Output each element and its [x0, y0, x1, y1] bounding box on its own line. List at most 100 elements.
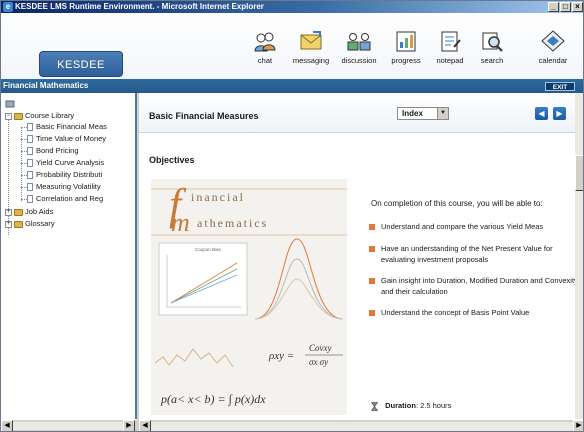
- search-icon: [479, 29, 505, 53]
- messaging-tool[interactable]: messaging: [287, 29, 335, 65]
- tree-item-chapter[interactable]: Probability Distributi: [27, 170, 102, 180]
- envelope-icon: [298, 29, 324, 53]
- objectives-heading: Objectives: [149, 155, 195, 165]
- brand-word-2: athematics: [197, 216, 268, 230]
- section-title: Basic Financial Measures: [149, 111, 259, 121]
- objective-text: Understand the concept of Basis Point Va…: [381, 308, 530, 317]
- chevron-down-icon[interactable]: ▼: [437, 108, 448, 119]
- document-icon: [27, 183, 33, 192]
- browser-window: e KESDEE LMS Runtime Environment. - Micr…: [0, 0, 584, 432]
- course-title-bar: Financial Mathematics EXIT: [1, 79, 583, 93]
- formula-probability: p(a< x< b) = ∫ p(x)dx: [160, 392, 266, 406]
- tree-label: Time Value of Money: [36, 134, 107, 143]
- lms-header: KESDEE chat messaging discussion progres…: [1, 13, 583, 79]
- scroll-thumb[interactable]: [575, 155, 583, 191]
- exit-button[interactable]: EXIT: [545, 82, 575, 91]
- tree-item-chapter[interactable]: Bond Pricing: [27, 146, 79, 156]
- tree-node-course-library[interactable]: − Course Library: [5, 111, 74, 121]
- discussion-label: discussion: [341, 56, 377, 65]
- document-icon: [27, 123, 33, 132]
- progress-tool[interactable]: progress: [382, 29, 430, 65]
- kesdee-logo: KESDEE: [39, 51, 123, 77]
- close-button[interactable]: ×: [572, 2, 583, 12]
- brand-word-1: inancial: [191, 190, 245, 204]
- financial-mathematics-illustration: f inancial m athematics Coupon Bias ρxy …: [151, 179, 347, 415]
- window-controls: _ □ ×: [548, 2, 583, 12]
- scroll-right-arrow-icon[interactable]: ▶: [573, 420, 583, 431]
- tree-item-chapter[interactable]: Yield Curve Analysis: [27, 158, 104, 168]
- notepad-label: notepad: [436, 56, 464, 65]
- progress-chart-icon: [393, 29, 419, 53]
- search-tool[interactable]: search: [468, 29, 516, 65]
- folder-open-icon: [14, 112, 23, 120]
- objective-text: Gain insight into Duration, Modified Dur…: [381, 276, 578, 296]
- window-title-bar: e KESDEE LMS Runtime Environment. - Micr…: [1, 1, 583, 13]
- chat-label: chat: [257, 56, 273, 65]
- folder-icon: [14, 208, 23, 216]
- bullet-square-icon: [369, 246, 375, 252]
- notepad-tool[interactable]: notepad: [426, 29, 474, 65]
- bullet-square-icon: [369, 278, 375, 284]
- tree-item-chapter[interactable]: Basic Financial Meas: [27, 122, 107, 132]
- sidebar-horizontal-scrollbar[interactable]: ◀ ▶: [1, 419, 137, 431]
- next-page-button[interactable]: ▶: [553, 107, 566, 120]
- discussion-tool[interactable]: discussion: [335, 29, 383, 65]
- calendar-tool[interactable]: calendar: [529, 29, 577, 65]
- objective-item: Understand the concept of Basis Point Va…: [369, 307, 581, 318]
- chat-tool[interactable]: chat: [241, 29, 289, 65]
- scroll-track[interactable]: [13, 422, 123, 430]
- document-icon: [27, 195, 33, 204]
- scroll-track[interactable]: [151, 422, 573, 431]
- objectives-intro: On completion of this course, you will b…: [371, 199, 543, 208]
- minimize-button[interactable]: _: [548, 2, 559, 12]
- objective-text: Understand and compare the various Yield…: [381, 222, 544, 231]
- notepad-icon: [437, 29, 463, 53]
- search-label: search: [480, 56, 504, 65]
- document-icon: [27, 159, 33, 168]
- library-root-icon: [5, 95, 15, 108]
- tree-item-chapter[interactable]: Measuring Volatility: [27, 182, 101, 192]
- tree-label: Glossary: [25, 219, 55, 228]
- index-dropdown[interactable]: Index ▼: [397, 107, 449, 120]
- course-title: Financial Mathematics: [3, 81, 89, 90]
- brand-m-letter: m: [171, 208, 190, 237]
- tree-node-glossary[interactable]: + Glossary: [5, 219, 55, 229]
- maximize-button[interactable]: □: [560, 2, 571, 12]
- tree-label: Probability Distributi: [36, 170, 103, 179]
- tree-node-job-aids[interactable]: + Job Aids: [5, 207, 53, 217]
- index-label: Index: [402, 109, 423, 118]
- duration-value: : 2.5 hours: [415, 401, 452, 410]
- mini-chart-title: Coupon Bias: [195, 247, 222, 252]
- scroll-left-arrow-icon[interactable]: ◀: [1, 420, 13, 431]
- bullet-square-icon: [369, 310, 375, 316]
- objective-item: Understand and compare the various Yield…: [369, 221, 581, 232]
- document-icon: [27, 171, 33, 180]
- scroll-left-arrow-icon[interactable]: ◀: [139, 420, 151, 431]
- tree-label: Job Aids: [25, 207, 54, 216]
- content-pane: Basic Financial Measures Index ▼ ◀ ▶ Obj…: [139, 93, 583, 421]
- content-vertical-scrollbar[interactable]: [575, 93, 583, 421]
- previous-page-button[interactable]: ◀: [535, 107, 548, 120]
- objective-text: Have an understanding of the Net Present…: [381, 244, 553, 264]
- content-horizontal-scrollbar[interactable]: ◀ ▶: [139, 419, 583, 431]
- discussion-icon: [346, 29, 372, 53]
- course-tree-panel: − Course Library Basic Financial Meas Tim…: [1, 93, 137, 421]
- calendar-label: calendar: [538, 56, 568, 65]
- progress-label: progress: [391, 56, 421, 65]
- ie-icon: e: [3, 2, 13, 12]
- scroll-right-arrow-icon[interactable]: ▶: [123, 420, 135, 431]
- formula-denominator: σx σy: [309, 357, 328, 367]
- expand-icon[interactable]: +: [5, 220, 12, 228]
- tree-item-chapter[interactable]: Time Value of Money: [27, 134, 106, 144]
- tree-label: Course Library: [25, 111, 75, 120]
- tree-item-chapter[interactable]: Correlation and Reg: [27, 194, 103, 204]
- tree-label: Correlation and Reg: [36, 194, 104, 203]
- formula-rho: ρxy =: [268, 350, 294, 362]
- course-duration: Duration: 2.5 hours: [371, 401, 451, 411]
- hourglass-icon: [371, 401, 378, 411]
- objective-item: Have an understanding of the Net Present…: [369, 243, 581, 265]
- tree-label: Yield Curve Analysis: [36, 158, 105, 167]
- document-icon: [27, 135, 33, 144]
- collapse-icon[interactable]: −: [5, 112, 12, 120]
- expand-icon[interactable]: +: [5, 208, 12, 216]
